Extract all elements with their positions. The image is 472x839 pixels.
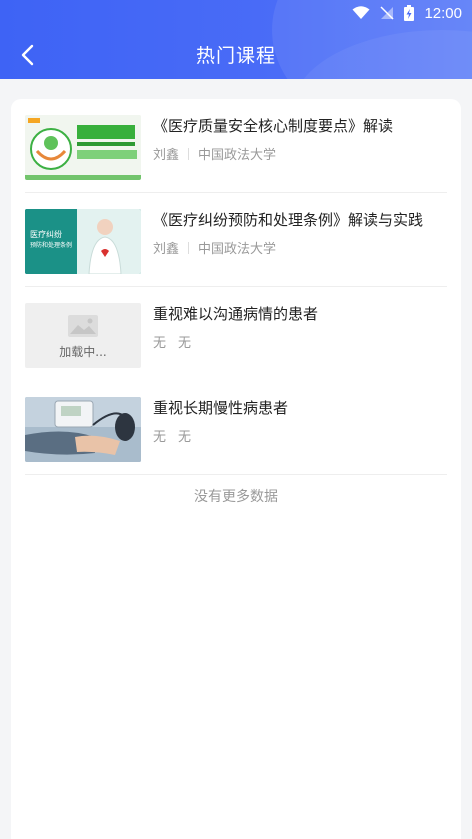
course-meta: 刘鑫 中国政法大学 xyxy=(153,238,276,257)
course-list: 《医疗质量安全核心制度要点》解读 刘鑫 中国政法大学 医疗纠纷 预防和处理条例 … xyxy=(11,99,461,839)
course-item[interactable]: 医疗纠纷 预防和处理条例 《医疗纠纷预防和处理条例》解读与实践 刘鑫 中国政法大… xyxy=(25,193,447,287)
page-title: 热门课程 xyxy=(195,45,276,67)
status-time: 12:00 xyxy=(424,4,462,22)
blood-pressure-image xyxy=(25,397,141,462)
no-more-data-text: 没有更多数据 xyxy=(194,489,278,505)
course-author: 刘鑫 xyxy=(153,148,180,163)
course-item[interactable]: 加载中... 重视难以沟通病情的患者 无 无 xyxy=(25,287,447,381)
course-org: 无 xyxy=(178,430,192,445)
course-item[interactable]: 重视长期慢性病患者 无 无 xyxy=(25,381,447,475)
course-meta: 刘鑫 中国政法大学 xyxy=(153,144,276,163)
course-meta: 无 无 xyxy=(153,426,191,445)
wifi-icon xyxy=(352,6,370,20)
course-thumbnail: 医疗纠纷 预防和处理条例 xyxy=(25,209,141,274)
no-signal-icon xyxy=(380,6,394,20)
course-thumbnail xyxy=(25,115,141,180)
meta-divider xyxy=(188,147,190,160)
nav-bar: 热门课程 xyxy=(0,30,472,79)
course-org: 中国政法大学 xyxy=(198,148,277,163)
course-thumbnail xyxy=(25,397,141,462)
course-title: 重视难以沟通病情的患者 xyxy=(153,305,319,323)
course-title: 重视长期慢性病患者 xyxy=(153,399,289,417)
course-author: 无 xyxy=(153,336,167,351)
course-title: 《医疗纠纷预防和处理条例》解读与实践 xyxy=(153,211,424,229)
course-thumbnail-loading: 加载中... xyxy=(25,303,141,368)
status-bar: 12:00 xyxy=(0,0,472,26)
app-header: 12:00 热门课程 xyxy=(0,0,472,79)
thumbnail-caption: 医疗纠纷 xyxy=(30,230,62,239)
battery-charging-icon xyxy=(404,5,415,21)
course-item[interactable]: 《医疗质量安全核心制度要点》解读 刘鑫 中国政法大学 xyxy=(25,99,447,193)
course-title: 《医疗质量安全核心制度要点》解读 xyxy=(153,117,394,135)
course-meta: 无 无 xyxy=(153,332,191,351)
loading-text: 加载中... xyxy=(59,345,107,359)
image-placeholder-icon xyxy=(68,315,98,337)
back-button[interactable] xyxy=(12,40,42,70)
course-author: 无 xyxy=(153,430,167,445)
thumbnail-caption: 预防和处理条例 xyxy=(30,242,73,249)
course-org: 中国政法大学 xyxy=(198,242,277,257)
quality-safety-image xyxy=(25,115,141,180)
course-author: 刘鑫 xyxy=(153,242,180,257)
meta-divider xyxy=(188,241,190,254)
course-org: 无 xyxy=(178,336,192,351)
chevron-left-icon xyxy=(21,44,34,66)
